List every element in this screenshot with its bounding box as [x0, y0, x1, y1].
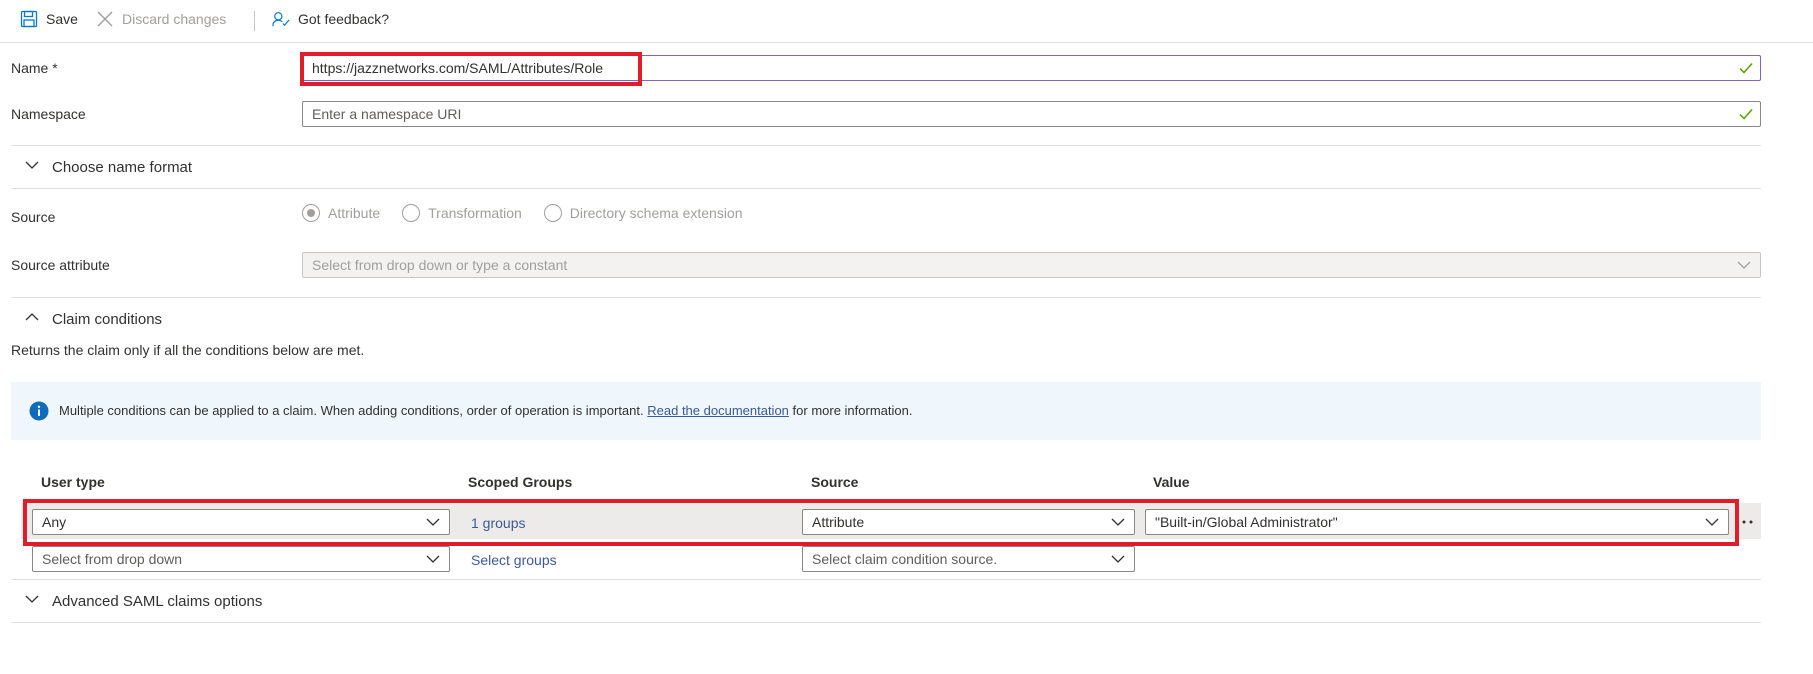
radio-attribute-label: Attribute [328, 205, 381, 221]
name-label: Name * [11, 60, 58, 76]
chevron-down-icon [24, 591, 40, 611]
toolbar-separator [254, 11, 255, 31]
checkmark-icon [1738, 60, 1754, 79]
name-format-label: Choose name format [52, 158, 193, 176]
claim-conditions-title: Claim conditions [52, 310, 163, 328]
advanced-options-title: Advanced SAML claims options [52, 592, 263, 610]
source-attribute-dropdown[interactable]: Select from drop down or type a constant [302, 252, 1761, 278]
feedback-label: Got feedback? [298, 11, 390, 27]
divider [11, 188, 1761, 189]
info-message-bar: Multiple conditions can be applied to a … [11, 382, 1761, 440]
radio-attribute[interactable]: Attribute [302, 204, 380, 222]
namespace-input[interactable]: Enter a namespace URI [302, 101, 1761, 127]
save-label: Save [46, 11, 78, 27]
read-documentation-link[interactable]: Read the documentation [647, 403, 789, 418]
radio-directory-schema-extension[interactable]: Directory schema extension [543, 204, 743, 222]
new-user-type-dropdown[interactable]: Select from drop down [32, 546, 450, 572]
more-options-icon[interactable] [1741, 510, 1755, 537]
command-bar: Save Discard changes Got feedback? [0, 0, 1813, 43]
chevron-down-icon [1110, 551, 1126, 570]
radio-transformation[interactable]: Transformation [402, 204, 522, 222]
close-icon [96, 10, 114, 28]
feedback-icon [272, 10, 290, 28]
source-attribute-placeholder: Select from drop down or type a constant [312, 257, 568, 273]
namespace-label: Namespace [11, 106, 86, 122]
save-icon [20, 10, 38, 28]
radio-transformation-label: Transformation [428, 205, 522, 221]
chevron-down-icon [425, 551, 441, 570]
radio-selected-dot [307, 209, 315, 217]
new-user-type-placeholder: Select from drop down [42, 551, 183, 567]
chevron-down-icon [1736, 257, 1752, 276]
info-suffix: for more information. [792, 403, 913, 418]
discard-label: Discard changes [122, 11, 227, 27]
name-highlight-box [300, 52, 642, 86]
new-condition-source-placeholder: Select claim condition source. [812, 551, 998, 567]
save-button[interactable]: Save [20, 10, 78, 28]
name-format-toggle[interactable]: Choose name format [24, 157, 192, 177]
divider [11, 297, 1761, 298]
column-header-value: Value [1153, 474, 1190, 490]
source-attribute-label: Source attribute [11, 257, 110, 273]
new-condition-source-dropdown[interactable]: Select claim condition source. [802, 546, 1135, 572]
condition-row-highlight-box [23, 499, 1739, 546]
claim-conditions-description: Returns the claim only if all the condit… [11, 342, 365, 358]
select-groups-link[interactable]: Select groups [471, 552, 557, 568]
divider [11, 145, 1761, 146]
discard-changes-button[interactable]: Discard changes [96, 10, 226, 28]
feedback-button[interactable]: Got feedback? [272, 10, 389, 28]
column-header-scoped-groups: Scoped Groups [468, 474, 573, 490]
claim-conditions-toggle[interactable]: Claim conditions [24, 309, 162, 329]
divider [11, 622, 1761, 623]
namespace-placeholder: Enter a namespace URI [312, 106, 462, 122]
divider [11, 579, 1761, 580]
source-radio-group: Attribute Transformation Directory schem… [302, 204, 743, 222]
column-header-source: Source [811, 474, 859, 490]
chevron-up-icon [24, 309, 40, 329]
info-icon [29, 401, 49, 424]
source-label: Source [11, 209, 56, 225]
column-header-user-type: User type [41, 474, 105, 490]
info-text: Multiple conditions can be applied to a … [59, 403, 644, 418]
radio-directory-schema-extension-label: Directory schema extension [569, 205, 743, 221]
checkmark-icon [1738, 106, 1754, 125]
chevron-down-icon [24, 157, 40, 177]
info-message: Multiple conditions can be applied to a … [59, 403, 912, 418]
advanced-options-toggle[interactable]: Advanced SAML claims options [24, 591, 262, 611]
